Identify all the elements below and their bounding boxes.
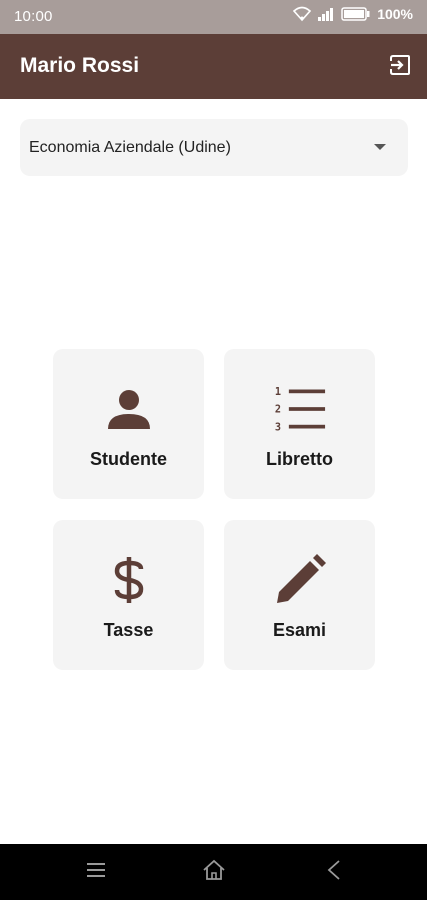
logout-button[interactable] (383, 50, 417, 84)
libretto-tile[interactable]: 1 2 3 Libretto (224, 349, 375, 499)
tasse-label: Tasse (103, 620, 154, 640)
status-time: 10:00 (14, 8, 53, 25)
svg-text:3: 3 (274, 422, 280, 433)
svg-text:2: 2 (274, 405, 280, 416)
studente-label: Studente (89, 449, 167, 469)
status-indicators: 100% (293, 6, 413, 22)
wifi-icon (293, 6, 312, 22)
app-bar: Mario Rossi (0, 34, 427, 99)
tasse-tile[interactable]: Tasse (53, 520, 204, 670)
nav-back-button[interactable] (320, 858, 348, 886)
battery-level: 100% (377, 6, 413, 22)
navigation-bar (0, 844, 427, 900)
home-icon (202, 859, 226, 886)
svg-text:1: 1 (274, 387, 280, 398)
battery-icon (341, 6, 371, 22)
pencil-icon (274, 554, 326, 606)
course-select[interactable]: Economia Aziendale (Udine) (20, 119, 408, 176)
nav-menu-button[interactable] (82, 858, 110, 886)
page-title: Mario Rossi (20, 54, 140, 77)
dollar-icon (103, 554, 155, 606)
esami-tile[interactable]: Esami (224, 520, 375, 670)
course-select-value: Economia Aziendale (Udine) (29, 139, 231, 156)
menu-icon (86, 861, 106, 884)
person-icon (103, 383, 155, 435)
esami-label: Esami (272, 620, 327, 640)
studente-tile[interactable]: Studente (53, 349, 204, 499)
numbered-list-icon: 1 2 3 (274, 383, 326, 435)
status-bar: 10:00 100% (0, 0, 427, 34)
back-icon (326, 859, 342, 886)
nav-home-button[interactable] (200, 858, 228, 886)
dropdown-arrow-icon (374, 144, 386, 150)
logout-icon (388, 53, 412, 82)
signal-icon (317, 6, 335, 22)
libretto-label: Libretto (266, 449, 333, 469)
